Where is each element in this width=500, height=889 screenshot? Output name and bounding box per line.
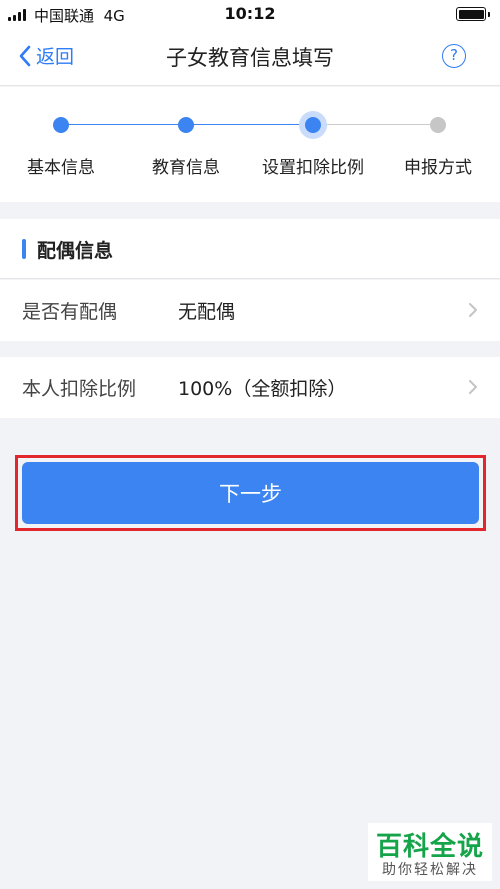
section-title: 配偶信息	[37, 240, 114, 262]
step-dot-pending	[430, 117, 446, 133]
step-dot-current	[305, 117, 321, 133]
progress-steps: 基本信息 教育信息 设置扣除比例 申报方式	[0, 87, 500, 202]
help-icon[interactable]: ?	[442, 44, 466, 68]
step-label: 教育信息	[152, 158, 220, 178]
deduction-ratio-row[interactable]: 本人扣除比例 100%（全额扣除）	[0, 357, 500, 418]
spouse-section-header: 配偶信息	[0, 219, 500, 279]
section-accent-bar	[22, 239, 26, 259]
step-connector	[313, 124, 438, 125]
step-label: 基本信息	[27, 158, 95, 178]
step-dot-done	[53, 117, 69, 133]
status-time: 10:12	[224, 4, 276, 23]
step-label: 申报方式	[404, 158, 472, 178]
chevron-right-icon	[469, 303, 477, 317]
chevron-right-icon	[469, 380, 477, 394]
page-title: 子女教育信息填写	[166, 46, 334, 70]
has-spouse-value: 无配偶	[178, 301, 236, 323]
watermark-title: 百科全说	[375, 832, 484, 862]
deduction-ratio-value: 100%（全额扣除）	[178, 378, 347, 400]
step-connector	[186, 124, 313, 125]
deduction-ratio-label: 本人扣除比例	[22, 378, 137, 400]
step-dot-done	[178, 117, 194, 133]
has-spouse-label: 是否有配偶	[22, 301, 118, 323]
next-button[interactable]: 下一步	[22, 462, 479, 524]
highlight-box: 下一步	[15, 455, 486, 531]
status-bar: 中国联通 4G 10:12	[0, 0, 500, 28]
step-label: 设置扣除比例	[262, 158, 364, 178]
battery-icon	[456, 7, 490, 21]
nav-bar: 返回 子女教育信息填写 ?	[0, 28, 500, 86]
watermark-logo: 百科全说 助你轻松解决	[368, 823, 492, 881]
watermark-subtitle: 助你轻松解决	[382, 862, 478, 878]
step-connector	[61, 124, 186, 125]
has-spouse-row[interactable]: 是否有配偶 无配偶	[0, 280, 500, 341]
